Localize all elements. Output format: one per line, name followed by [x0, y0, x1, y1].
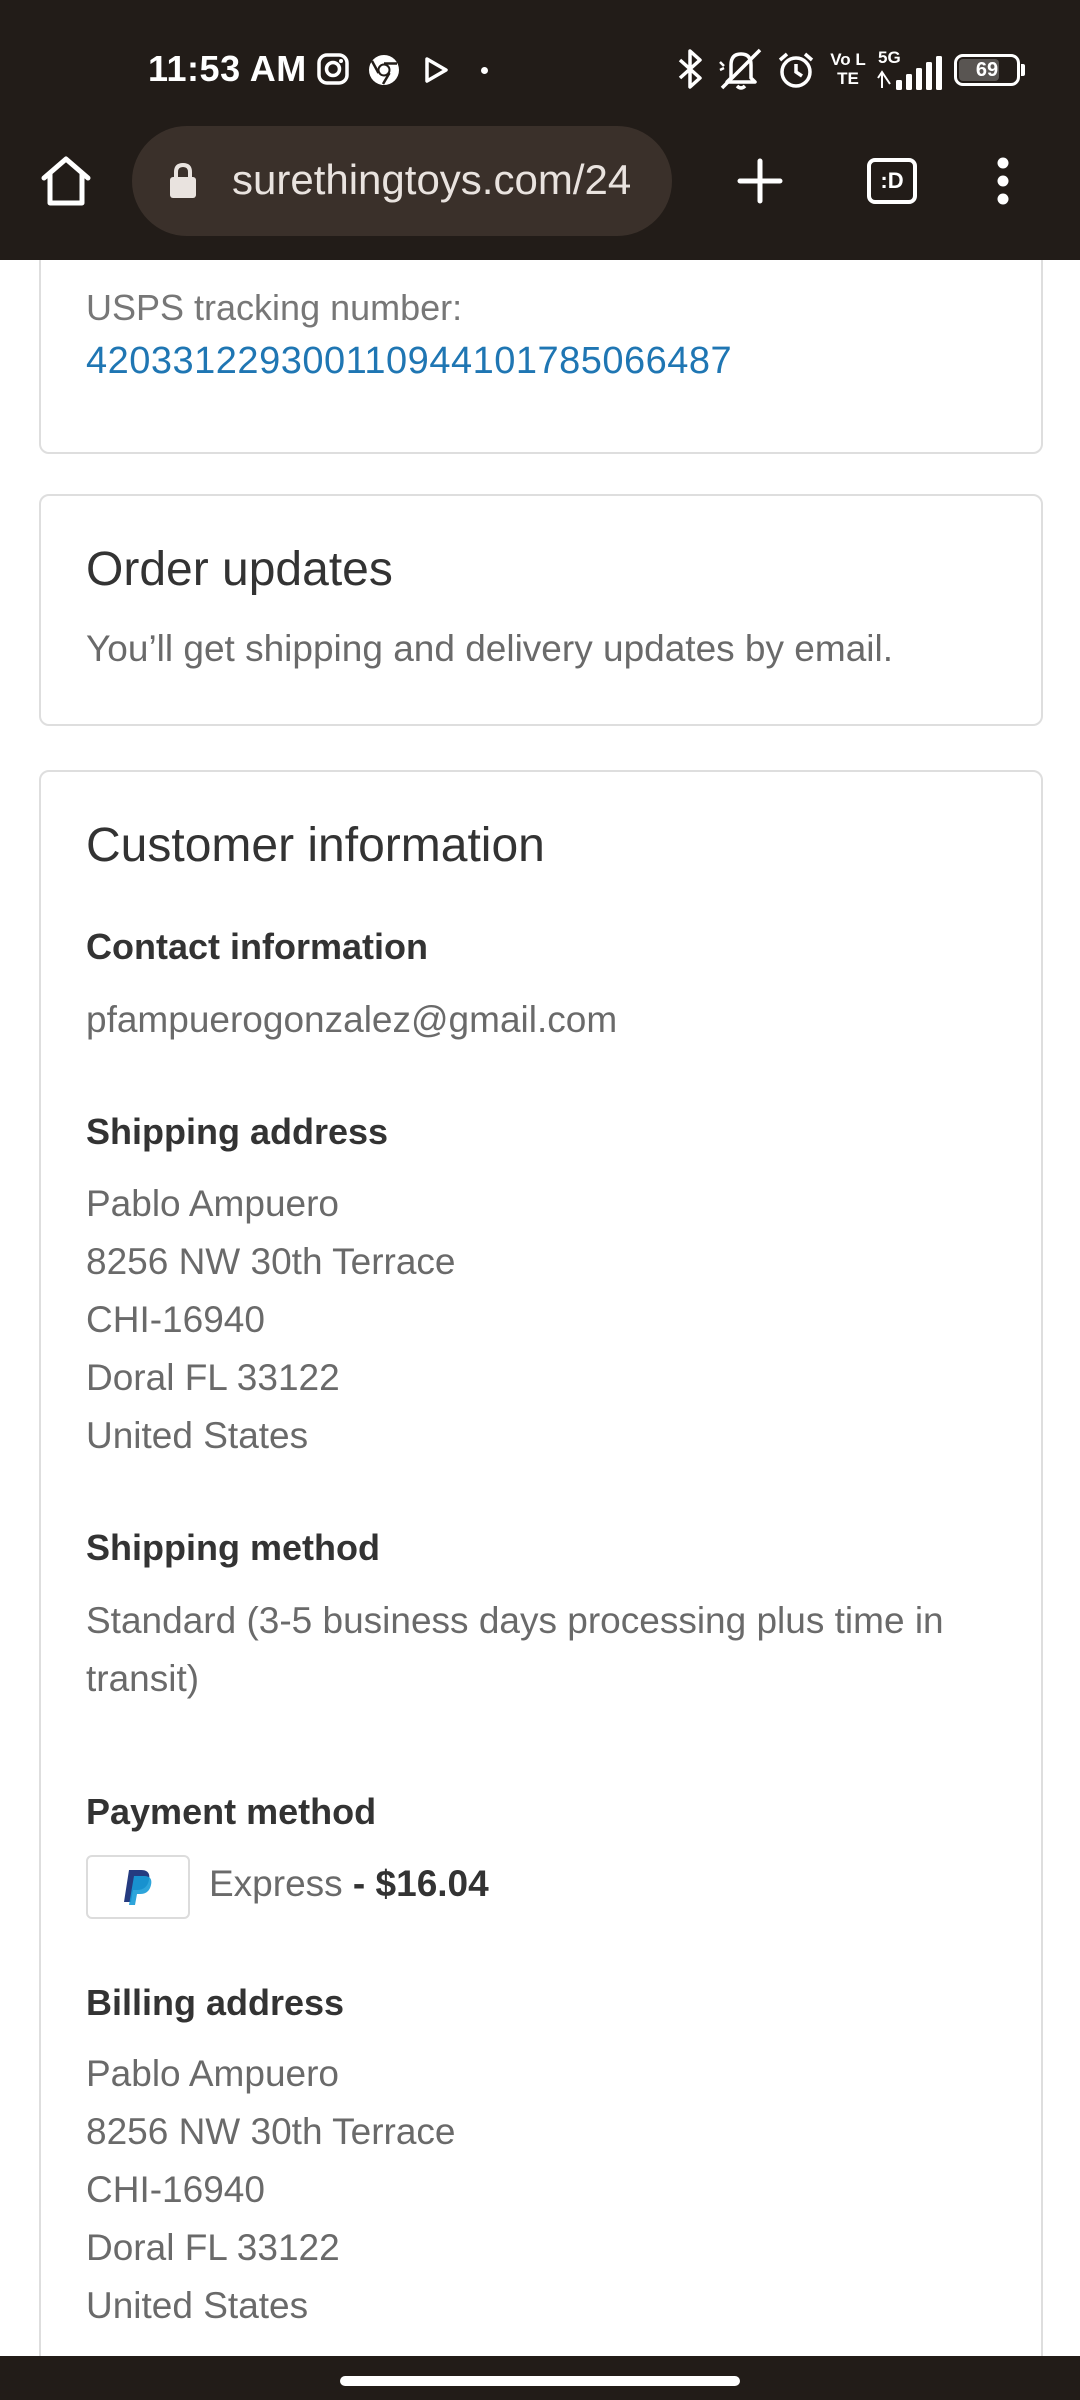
paypal-logo [86, 1855, 190, 1919]
address-line: Pablo Ampuero [86, 1183, 340, 1224]
shipping-address: Pablo Ampuero 8256 NW 30th Terrace CHI-1… [86, 1175, 456, 1465]
home-button[interactable] [26, 146, 106, 216]
more-icon [997, 157, 1009, 205]
home-icon [41, 156, 91, 206]
alarm-icon [778, 52, 814, 88]
home-gesture-handle[interactable] [340, 2376, 740, 2386]
lock-icon [170, 162, 196, 198]
plus-icon [737, 158, 783, 204]
order-updates-text: You’ll get shipping and delivery updates… [86, 628, 893, 669]
instagram-icon [317, 53, 349, 85]
browser-toolbar: surethingtoys.com/24 :D [0, 126, 1080, 256]
url-text: surethingtoys.com/24 [232, 156, 632, 203]
payment-method-name: Express [209, 1863, 343, 1904]
address-line: CHI-16940 [86, 2169, 265, 2210]
customer-info-title: Customer information [86, 819, 545, 872]
signal-icon [877, 56, 942, 90]
payment-summary: Express - $16.04 [209, 1855, 489, 1913]
address-line: 8256 NW 30th Terrace [86, 2111, 456, 2152]
bluetooth-icon [678, 49, 702, 89]
order-updates-card: Order updates You’ll get shipping and de… [39, 494, 1043, 726]
paypal-icon [124, 1870, 152, 1905]
tabs-icon: :D [867, 158, 917, 204]
volte-icon: Vo LTE [830, 50, 866, 88]
battery-level-text: 69 [975, 59, 999, 81]
billing-address-heading: Billing address [86, 1982, 345, 2023]
address-line: Doral FL 33122 [86, 2227, 340, 2268]
battery-tip [1021, 64, 1025, 76]
status-time: 11:53 AM [148, 48, 307, 89]
new-tab-button[interactable] [720, 146, 800, 216]
address-line: Pablo Ampuero [86, 2053, 340, 2094]
shipping-method: Standard (3-5 business days processing p… [86, 1592, 944, 1708]
tracking-card: USPS tracking number: 420331229300110944… [39, 260, 1043, 454]
payment-separator: - [342, 1863, 376, 1904]
more-menu-button[interactable] [980, 146, 1026, 216]
contact-email: pfampuerogonzalez@gmail.com [86, 999, 618, 1040]
battery-icon: 69 [954, 54, 1020, 86]
tab-count: :D [880, 168, 904, 193]
mute-icon [719, 48, 762, 90]
address-line: United States [86, 2285, 309, 2326]
payment-method-heading: Payment method [86, 1791, 377, 1832]
tracking-number-link[interactable]: 420331229300110944101785066487 [86, 340, 732, 383]
shipping-method-line: Standard (3-5 business days processing p… [86, 1600, 944, 1641]
order-updates-title: Order updates [86, 543, 393, 596]
address-line: 8256 NW 30th Terrace [86, 1241, 456, 1282]
dot-icon [481, 67, 488, 74]
page-content: USPS tracking number: 420331229300110944… [0, 260, 1080, 2356]
browser-chrome: 11:53 AM Vo LTE 5G 69 surethingtoys.com/… [0, 0, 1080, 260]
shipping-method-line: transit) [86, 1658, 200, 1699]
shipping-method-heading: Shipping method [86, 1527, 380, 1568]
contact-info-heading: Contact information [86, 926, 428, 967]
shipping-address-heading: Shipping address [86, 1111, 389, 1152]
customer-info-card: Customer information Contact information… [39, 770, 1043, 2356]
tracking-label: USPS tracking number: [86, 287, 463, 328]
address-line: CHI-16940 [86, 1299, 265, 1340]
tab-switcher-button[interactable]: :D [852, 146, 932, 216]
address-line: Doral FL 33122 [86, 1357, 340, 1398]
chrome-icon [369, 55, 399, 85]
address-line: United States [86, 1415, 309, 1456]
address-bar[interactable]: surethingtoys.com/24 [132, 126, 672, 236]
play-icon [425, 57, 448, 83]
status-bar: 11:53 AM Vo LTE 5G 69 [0, 0, 1080, 130]
billing-address: Pablo Ampuero 8256 NW 30th Terrace CHI-1… [86, 2045, 456, 2335]
payment-amount: $16.04 [375, 1863, 489, 1904]
system-nav-bar [0, 2356, 1080, 2400]
